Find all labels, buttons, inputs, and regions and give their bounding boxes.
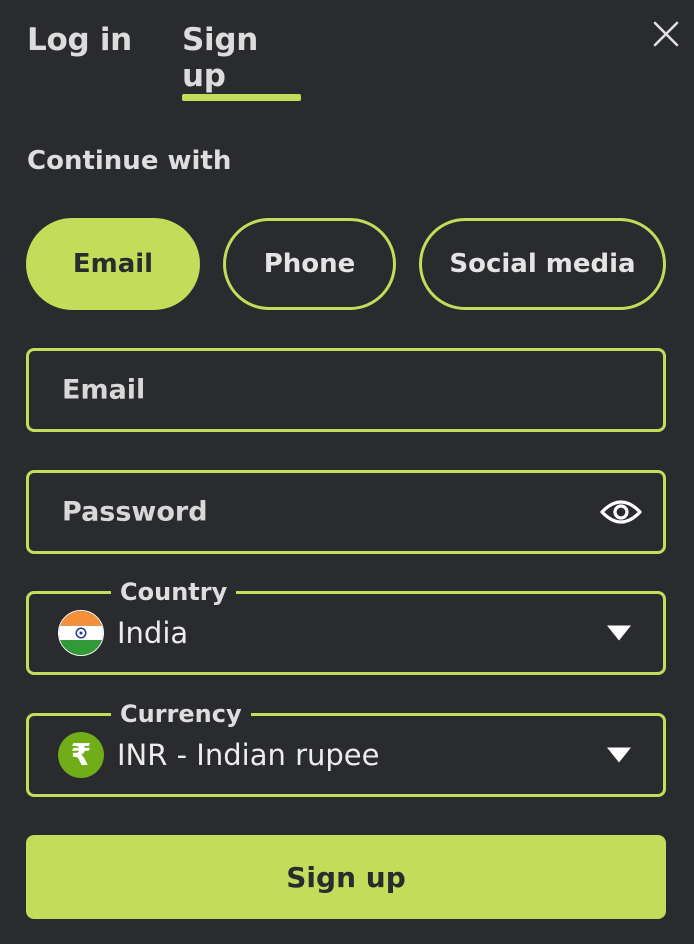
tab-login[interactable]: Log in	[27, 22, 137, 102]
method-phone-button[interactable]: Phone	[223, 218, 396, 310]
method-social-media-button[interactable]: Social media	[419, 218, 666, 310]
chevron-down-icon[interactable]	[607, 747, 631, 763]
rupee-icon: ₹	[58, 732, 104, 778]
close-icon[interactable]	[650, 18, 682, 50]
country-select[interactable]: Country India	[26, 577, 666, 675]
email-field[interactable]: Email	[26, 348, 666, 432]
chevron-down-icon[interactable]	[607, 625, 631, 641]
sign-up-button[interactable]: Sign up	[26, 835, 666, 919]
active-tab-indicator	[182, 94, 301, 101]
india-flag-icon	[58, 610, 104, 656]
tab-signup[interactable]: Sign up	[182, 22, 302, 102]
eye-icon[interactable]	[599, 497, 643, 527]
country-label: Country	[111, 577, 237, 607]
currency-label: Currency	[111, 699, 251, 729]
currency-select[interactable]: Currency ₹ INR - Indian rupee	[26, 699, 666, 797]
email-placeholder: Email	[62, 374, 146, 406]
currency-value: INR - Indian rupee	[117, 738, 380, 772]
method-email-button[interactable]: Email	[26, 218, 200, 310]
continue-with-label: Continue with	[27, 146, 232, 176]
country-value: India	[117, 616, 189, 650]
password-field[interactable]: Password	[26, 470, 666, 554]
password-placeholder: Password	[62, 496, 208, 528]
